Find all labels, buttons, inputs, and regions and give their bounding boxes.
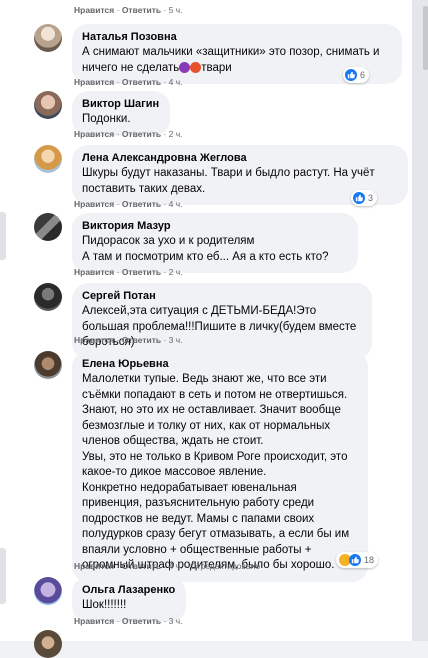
comment-author[interactable]: Виктор Шагин [82, 97, 159, 112]
like-reaction-icon [349, 554, 361, 566]
avatar[interactable] [34, 91, 62, 119]
like-link[interactable]: Нравится [74, 77, 114, 87]
like-link[interactable]: Нравится [74, 267, 114, 277]
reply-link[interactable]: Ответить [122, 267, 161, 277]
timestamp[interactable]: 3 ч. [169, 616, 183, 626]
timestamp[interactable]: 2 ч. [169, 129, 183, 139]
reaction-total: 6 [360, 70, 366, 80]
avatar[interactable] [34, 630, 62, 658]
avatar[interactable] [34, 213, 62, 241]
comment-author[interactable]: Елена Юрьевна [82, 357, 357, 372]
reply-link[interactable]: Ответить [122, 199, 161, 209]
comment-actions: Нравится · Ответить · 5 ч. [74, 5, 183, 15]
reactions-count[interactable]: 6 [343, 67, 370, 83]
avatar[interactable] [34, 577, 62, 605]
like-link[interactable]: Нравится [74, 5, 114, 15]
comment-text: Подонки. [82, 113, 131, 125]
comment-author[interactable]: Сергей Потан [82, 289, 361, 304]
like-link[interactable]: Нравится [74, 335, 114, 345]
timestamp[interactable]: 4 ч. [169, 561, 183, 571]
scrollbar-track[interactable] [412, 0, 428, 641]
side-panel-edge [0, 548, 6, 604]
like-reaction-icon [345, 69, 357, 81]
comment-text: Шкуры будут наказаны. Твари и быдло раст… [82, 167, 375, 195]
reaction-total: 3 [368, 193, 374, 203]
avatar[interactable] [34, 24, 62, 52]
avatar[interactable] [34, 283, 62, 311]
comment-text: Малолетки тупые. Ведь знают же, что все … [82, 373, 350, 571]
avatar[interactable] [34, 351, 62, 379]
comment-text: Пидорасок за ухо и к родителям А там и п… [82, 235, 329, 263]
comment-bubble: Виктория Мазур Пидорасок за ухо и к роди… [72, 213, 358, 273]
angry-emoji-icon [190, 61, 202, 73]
timestamp[interactable]: 5 ч. [169, 5, 183, 15]
comment-author[interactable]: Ольга Лазаренко [82, 583, 175, 598]
reply-link[interactable]: Ответить [122, 561, 161, 571]
like-link[interactable]: Нравится [74, 561, 114, 571]
comment-bubble: Сергей Потан Алексей,эта ситуация с ДЕТЬ… [72, 283, 372, 359]
reply-link[interactable]: Ответить [122, 5, 161, 15]
comment-bubble: Елена Юрьевна Малолетки тупые. Ведь знаю… [72, 351, 368, 582]
reply-link[interactable]: Ответить [122, 616, 161, 626]
scrollbar-thumb[interactable] [423, 6, 428, 70]
edited-label[interactable]: Отредактировано [190, 561, 260, 571]
like-link[interactable]: Нравится [74, 616, 114, 626]
side-panel-edge [0, 212, 6, 260]
timestamp[interactable]: 4 ч. [169, 77, 183, 87]
comment-author[interactable]: Наталья Позовна [82, 30, 391, 45]
like-reaction-icon [353, 192, 365, 204]
comment-actions: Нравится · Ответить · 4 ч. [74, 77, 183, 87]
timestamp[interactable]: 4 ч. [169, 199, 183, 209]
reply-link[interactable]: Ответить [122, 77, 161, 87]
reactions-count[interactable]: 18 [336, 552, 379, 568]
comment-actions: Нравится · Ответить · 2 ч. [74, 129, 183, 139]
comment-actions: Нравится · Ответить · 4 ч. [74, 199, 183, 209]
comment-actions: Нравится · Ответить · 2 ч. [74, 267, 183, 277]
comment-actions: Нравится · Ответить · 3 ч. [74, 335, 183, 345]
comment-actions: Нравится · Ответить · 4 ч. · Отредактиро… [74, 561, 261, 571]
comments-feed: Нравится · Ответить · 5 ч. Наталья Позов… [0, 0, 412, 658]
like-link[interactable]: Нравится [74, 129, 114, 139]
reactions-count[interactable]: 3 [351, 190, 378, 206]
reply-link[interactable]: Ответить [122, 129, 161, 139]
avatar[interactable] [34, 145, 62, 173]
comment-author[interactable]: Лена Александровна Жеглова [82, 151, 397, 166]
reaction-total: 18 [364, 555, 375, 565]
timestamp[interactable]: 2 ч. [169, 267, 183, 277]
comment-author[interactable]: Виктория Мазур [82, 219, 347, 234]
like-link[interactable]: Нравится [74, 199, 114, 209]
comment-text: Шок!!!!!!! [82, 599, 127, 611]
devil-emoji-icon [179, 61, 191, 73]
timestamp[interactable]: 3 ч. [169, 335, 183, 345]
reply-link[interactable]: Ответить [122, 335, 161, 345]
comment-actions: Нравится · Ответить · 3 ч. [74, 616, 183, 626]
